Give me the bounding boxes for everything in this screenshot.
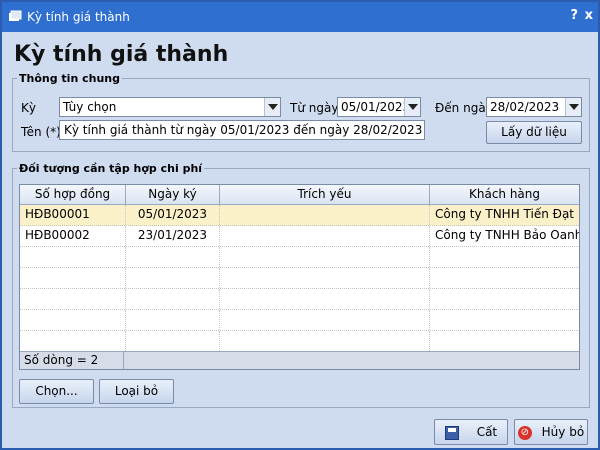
empty-row bbox=[20, 310, 579, 331]
table-header: Số hợp đồng Ngày ký Trích yếu Khách hàng bbox=[20, 185, 579, 205]
general-info-legend: Thông tin chung bbox=[19, 72, 121, 85]
app-icon bbox=[9, 10, 22, 21]
page-title: Kỳ tính giá thành bbox=[14, 42, 229, 67]
period-label: Kỳ bbox=[21, 101, 36, 115]
empty-row bbox=[20, 247, 579, 268]
window-title: Kỳ tính giá thành bbox=[27, 10, 130, 24]
help-icon[interactable]: ? bbox=[570, 8, 578, 23]
from-date-label: Từ ngày bbox=[290, 101, 339, 115]
sign-date-cell: 23/01/2023 bbox=[126, 226, 220, 246]
save-button[interactable]: Cất bbox=[434, 419, 508, 445]
to-date-picker[interactable]: 28/02/2023 bbox=[486, 97, 582, 117]
row-count: Số dòng = 2 bbox=[20, 352, 124, 369]
save-label: Cất bbox=[476, 425, 498, 439]
contract-no-cell: HĐB00002 bbox=[20, 226, 126, 246]
empty-row bbox=[20, 289, 579, 310]
customer-cell: Công ty TNHH Bảo Oanh bbox=[435, 228, 579, 242]
chevron-down-icon[interactable] bbox=[404, 98, 420, 116]
dialog-window: Kỳ tính giá thành ? x Kỳ tính giá thành … bbox=[0, 0, 600, 450]
empty-row bbox=[20, 268, 579, 289]
save-icon bbox=[444, 425, 459, 440]
customer-cell: Công ty TNHH Tiến Đạt bbox=[435, 207, 575, 221]
name-label: Tên (*) bbox=[21, 125, 61, 139]
table-row[interactable]: HĐB00001 05/01/2023 Công ty TNHH Tiến Đạ… bbox=[20, 205, 579, 226]
to-date-label: Đến ngày bbox=[435, 101, 493, 115]
choose-button[interactable]: Chọn... bbox=[19, 379, 94, 404]
from-date-value: 05/01/2023 bbox=[341, 100, 411, 114]
sign-date-cell: 05/01/2023 bbox=[126, 205, 220, 225]
cancel-button[interactable]: ⊘ Hủy bỏ bbox=[514, 419, 588, 445]
column-header-customer[interactable]: Khách hàng bbox=[430, 185, 579, 205]
name-input[interactable]: Kỳ tính giá thành từ ngày 05/01/2023 đến… bbox=[59, 120, 425, 140]
from-date-picker[interactable]: 05/01/2023 bbox=[337, 97, 421, 117]
column-header-contract-no[interactable]: Số hợp đồng bbox=[20, 185, 126, 205]
name-value: Kỳ tính giá thành từ ngày 05/01/2023 đến… bbox=[64, 123, 423, 137]
summary-cell bbox=[220, 205, 430, 225]
cost-object-legend: Đối tượng cần tập hợp chi phí bbox=[19, 162, 203, 175]
fetch-data-button[interactable]: Lấy dữ liệu bbox=[486, 121, 582, 144]
table-row[interactable]: HĐB00002 23/01/2023 Công ty TNHH Bảo Oan… bbox=[20, 226, 579, 247]
chevron-down-icon[interactable] bbox=[565, 98, 581, 116]
empty-row bbox=[20, 331, 579, 352]
cancel-icon: ⊘ bbox=[517, 425, 532, 440]
remove-button[interactable]: Loại bỏ bbox=[99, 379, 174, 404]
summary-cell bbox=[220, 226, 430, 246]
period-select[interactable]: Tùy chọn bbox=[59, 97, 281, 117]
table-footer: Số dòng = 2 bbox=[20, 351, 579, 369]
to-date-value: 28/02/2023 bbox=[490, 100, 560, 114]
period-value: Tùy chọn bbox=[63, 100, 117, 114]
contract-no-cell: HĐB00001 bbox=[20, 205, 126, 225]
title-bar: Kỳ tính giá thành ? x bbox=[2, 2, 598, 32]
close-icon[interactable]: x bbox=[585, 8, 593, 23]
cancel-label: Hủy bỏ bbox=[541, 425, 585, 439]
chevron-down-icon[interactable] bbox=[264, 98, 280, 116]
column-header-summary[interactable]: Trích yếu bbox=[220, 185, 430, 205]
contracts-table: Số hợp đồng Ngày ký Trích yếu Khách hàng… bbox=[19, 184, 580, 370]
column-header-sign-date[interactable]: Ngày ký bbox=[126, 185, 220, 205]
